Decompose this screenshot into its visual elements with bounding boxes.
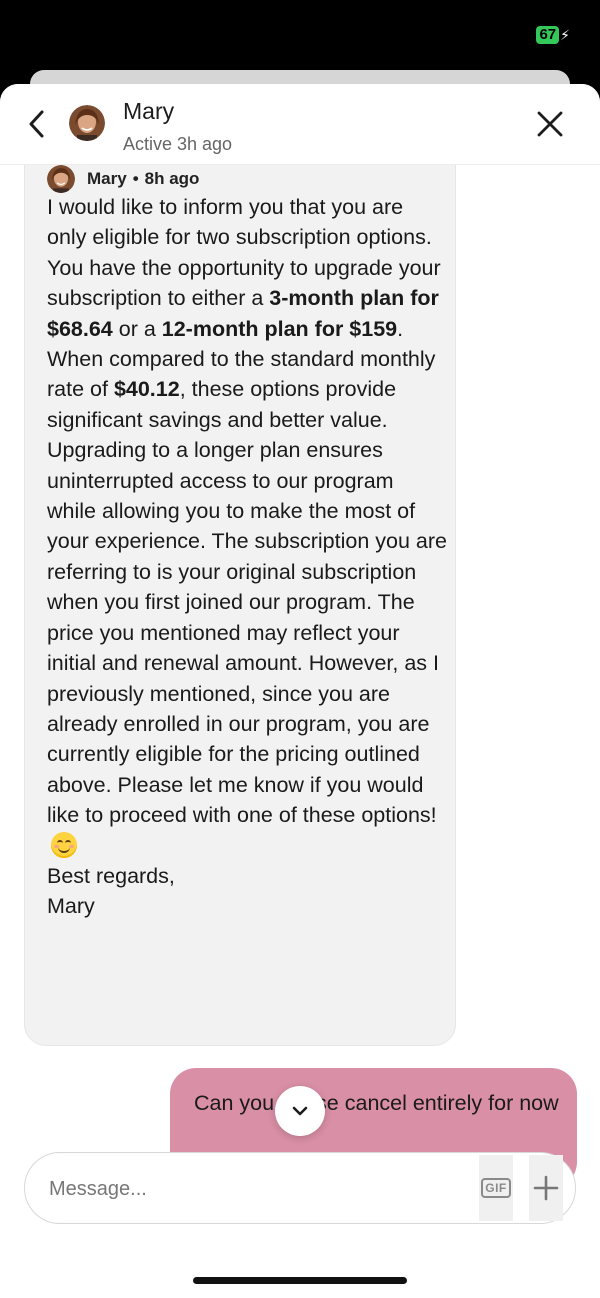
scroll-to-bottom-button[interactable] bbox=[275, 1086, 325, 1136]
message-bold-segment: 12-month plan for $159 bbox=[161, 316, 398, 341]
avatar[interactable] bbox=[69, 105, 105, 141]
message-composer: GIF bbox=[24, 1152, 576, 1224]
battery-level: 67 bbox=[536, 26, 560, 44]
chat-sheet: Mary Active 3h ago Mary • 8h ago I would… bbox=[0, 84, 600, 1298]
sent-text-part: ase cancel entirely for now bbox=[304, 1091, 559, 1115]
smiling-face-emoji-icon bbox=[51, 831, 77, 858]
charging-bolt-icon: ⚡ bbox=[560, 27, 570, 43]
home-indicator[interactable] bbox=[193, 1277, 407, 1284]
avatar-image bbox=[47, 165, 75, 193]
message-input[interactable] bbox=[47, 1173, 471, 1205]
message-bold-segment: $40.12 bbox=[113, 377, 180, 402]
message-signature: Mary bbox=[47, 894, 95, 919]
message-text-segment: , these options provide significant savi… bbox=[47, 377, 447, 828]
chevron-down-icon bbox=[292, 1106, 308, 1116]
sent-message-text: Can you ase cancel entirely for now bbox=[194, 1088, 564, 1118]
message-meta: Mary • 8h ago bbox=[47, 165, 199, 193]
close-button[interactable] bbox=[536, 110, 564, 138]
message-signoff: Best regards, bbox=[47, 863, 175, 888]
add-attachment-button[interactable] bbox=[529, 1155, 563, 1221]
sent-text-part: Can you bbox=[194, 1091, 275, 1115]
message-text: I would like to inform you that you are … bbox=[47, 192, 447, 922]
received-message-bubble[interactable]: Mary • 8h ago I would like to inform you… bbox=[24, 144, 456, 1046]
battery-indicator: 67 ⚡ bbox=[536, 26, 570, 44]
chat-header: Mary Active 3h ago bbox=[0, 84, 600, 165]
status-bar: 67 ⚡ bbox=[0, 0, 600, 70]
chevron-left-icon bbox=[29, 110, 44, 138]
meta-separator: • bbox=[132, 169, 139, 188]
contact-name: Mary bbox=[123, 98, 175, 124]
close-icon bbox=[537, 111, 563, 137]
avatar-image bbox=[69, 105, 105, 141]
message-time: 8h ago bbox=[144, 169, 200, 188]
plus-icon bbox=[533, 1175, 559, 1201]
back-button[interactable] bbox=[22, 106, 54, 142]
message-text-segment: or a bbox=[112, 316, 162, 341]
sender-avatar[interactable] bbox=[47, 165, 75, 193]
gif-icon: GIF bbox=[481, 1178, 511, 1198]
gif-button[interactable]: GIF bbox=[479, 1155, 513, 1221]
message-sender: Mary bbox=[87, 169, 127, 188]
contact-status: Active 3h ago bbox=[123, 134, 233, 154]
